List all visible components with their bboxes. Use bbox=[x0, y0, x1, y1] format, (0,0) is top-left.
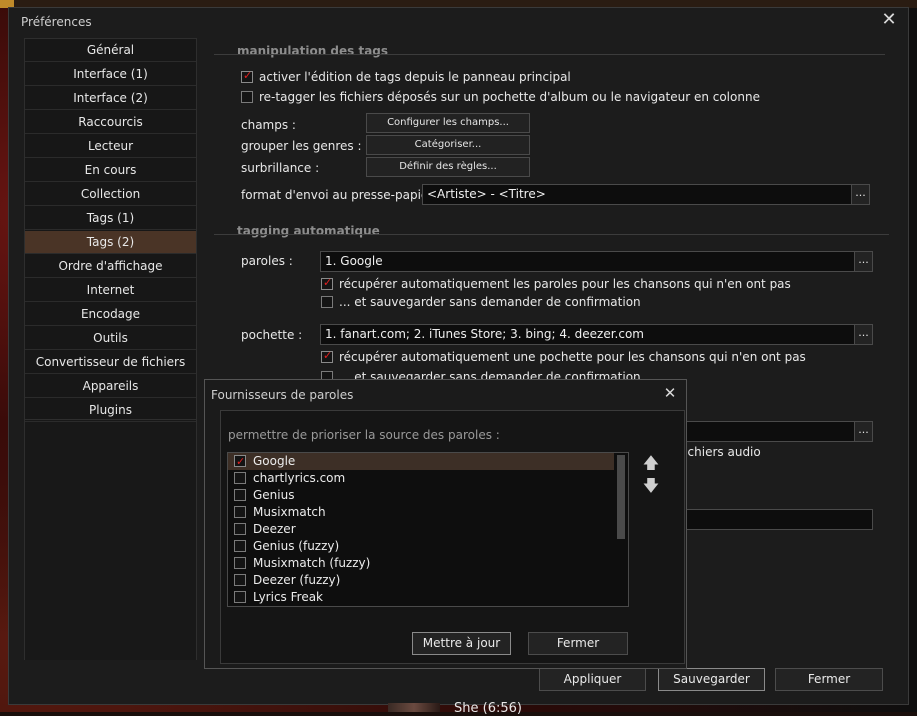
sidebar-item[interactable]: Plugins bbox=[25, 399, 196, 422]
clipboard-format-label: format d'envoi au presse-papier : bbox=[241, 188, 442, 202]
dialog-close-button[interactable]: Fermer bbox=[528, 632, 628, 655]
provider-label: Musixmatch bbox=[253, 505, 326, 519]
sidebar-item[interactable]: Général bbox=[25, 39, 196, 62]
provider-label: Google bbox=[253, 454, 296, 468]
provider-row[interactable]: Google bbox=[228, 453, 614, 470]
fields-label: champs : bbox=[241, 118, 296, 132]
retag-dropped-label: re-tagger les fichiers déposés sur un po… bbox=[259, 90, 760, 104]
sidebar-item[interactable]: Encodage bbox=[25, 303, 196, 326]
providers-list-scrollbar[interactable] bbox=[617, 455, 625, 539]
close-button[interactable]: Fermer bbox=[775, 668, 883, 691]
sidebar-item[interactable]: Raccourcis bbox=[25, 111, 196, 134]
provider-checkbox[interactable] bbox=[234, 557, 246, 569]
provider-checkbox[interactable] bbox=[234, 489, 246, 501]
section-divider bbox=[214, 54, 885, 55]
define-rules-button[interactable]: Définir des règles... bbox=[366, 157, 530, 177]
provider-label: Deezer (fuzzy) bbox=[253, 573, 341, 587]
enable-tag-editing-checkbox[interactable] bbox=[241, 69, 253, 83]
provider-checkbox[interactable] bbox=[234, 523, 246, 535]
sidebar-item[interactable]: Interface (1) bbox=[25, 63, 196, 86]
retag-dropped-checkbox[interactable] bbox=[241, 91, 253, 103]
window-title: Préférences bbox=[21, 15, 92, 29]
section-header-auto-tagging: tagging automatique bbox=[237, 224, 380, 238]
auto-fetch-lyrics-label: récupérer automatiquement les paroles po… bbox=[339, 277, 791, 291]
provider-label: Genius bbox=[253, 488, 295, 502]
update-button[interactable]: Mettre à jour bbox=[412, 632, 511, 655]
close-icon[interactable]: ✕ bbox=[874, 8, 904, 32]
save-lyrics-checkbox[interactable] bbox=[321, 296, 333, 308]
move-up-icon[interactable]: 🡅 bbox=[640, 453, 662, 473]
now-playing-text: She (6:56) bbox=[454, 701, 522, 716]
clipboard-format-value: <Artiste> - <Titre> bbox=[427, 187, 546, 201]
dialog-close-icon[interactable]: ✕ bbox=[655, 381, 685, 405]
provider-label: Deezer bbox=[253, 522, 296, 536]
sidebar-item[interactable]: En cours bbox=[25, 159, 196, 182]
auto-fetch-artwork-checkbox[interactable] bbox=[321, 349, 333, 363]
provider-row[interactable]: chartlyrics.com bbox=[228, 470, 614, 487]
provider-checkbox[interactable] bbox=[234, 574, 246, 586]
sidebar-item[interactable]: Tags (1) bbox=[25, 207, 196, 230]
now-playing-artwork bbox=[388, 703, 440, 712]
sidebar-item[interactable]: Lecteur bbox=[25, 135, 196, 158]
save-button[interactable]: Sauvegarder bbox=[658, 668, 765, 691]
enable-tag-editing-label: activer l'édition de tags depuis le pann… bbox=[259, 70, 571, 84]
sidebar-item[interactable]: Convertisseur de fichiers bbox=[25, 351, 196, 374]
provider-row[interactable]: Genius (fuzzy) bbox=[228, 538, 614, 555]
categorize-button[interactable]: Catégoriser... bbox=[366, 135, 530, 155]
highlight-label: surbrillance : bbox=[241, 161, 320, 175]
provider-label: chartlyrics.com bbox=[253, 471, 346, 485]
auto-fetch-artwork-label: récupérer automatiquement une pochette p… bbox=[339, 350, 806, 364]
provider-checkbox[interactable] bbox=[234, 591, 246, 603]
sidebar-empty-area bbox=[24, 420, 197, 660]
artwork-providers-value: 1. fanart.com; 2. iTunes Store; 3. bing;… bbox=[325, 327, 644, 341]
section-divider bbox=[214, 234, 889, 235]
save-lyrics-label: ... et sauvegarder sans demander de conf… bbox=[339, 295, 641, 309]
provider-row[interactable]: Lyrics Freak bbox=[228, 589, 614, 606]
move-down-icon[interactable]: 🡇 bbox=[640, 476, 662, 496]
dialog-hint: permettre de prioriser la source des par… bbox=[228, 428, 500, 442]
configure-fields-button[interactable]: Configurer les champs... bbox=[366, 113, 530, 133]
sidebar-item[interactable]: Tags (2) bbox=[25, 231, 196, 254]
sidebar-item[interactable]: Internet bbox=[25, 279, 196, 302]
artwork-providers-input[interactable]: 1. fanart.com; 2. iTunes Store; 3. bing;… bbox=[320, 324, 873, 345]
sidebar-item[interactable]: Collection bbox=[25, 183, 196, 206]
clipboard-format-more-button[interactable]: ... bbox=[851, 185, 869, 204]
provider-row[interactable]: Deezer (fuzzy) bbox=[228, 572, 614, 589]
apply-button[interactable]: Appliquer bbox=[539, 668, 646, 691]
lyrics-providers-more-button[interactable]: ... bbox=[854, 252, 872, 271]
section-header-tag-editing: manipulation des tags bbox=[237, 44, 389, 58]
provider-row[interactable]: Deezer bbox=[228, 521, 614, 538]
auto-fetch-lyrics-checkbox[interactable] bbox=[321, 276, 333, 290]
artwork-label: pochette : bbox=[241, 328, 303, 342]
clipboard-format-input[interactable]: <Artiste> - <Titre> ... bbox=[422, 184, 870, 205]
provider-checkbox[interactable] bbox=[234, 472, 246, 484]
provider-label: Genius (fuzzy) bbox=[253, 539, 340, 553]
lyrics-providers-value: 1. Google bbox=[325, 254, 383, 268]
lyrics-label: paroles : bbox=[241, 254, 293, 268]
lyrics-providers-input[interactable]: 1. Google ... bbox=[320, 251, 873, 272]
provider-row[interactable]: Musixmatch bbox=[228, 504, 614, 521]
sidebar-item[interactable]: Interface (2) bbox=[25, 87, 196, 110]
provider-row[interactable]: Musixmatch (fuzzy) bbox=[228, 555, 614, 572]
provider-label: Lyrics Freak bbox=[253, 590, 324, 604]
provider-checkbox[interactable] bbox=[234, 540, 246, 552]
provider-row[interactable]: Genius bbox=[228, 487, 614, 504]
group-genres-label: grouper les genres : bbox=[241, 139, 362, 153]
provider-checkbox[interactable] bbox=[234, 453, 246, 470]
hidden-setting-more-button[interactable]: ... bbox=[854, 422, 872, 441]
dialog-title: Fournisseurs de paroles bbox=[211, 388, 354, 402]
hidden-setting-label: fichiers audio bbox=[680, 445, 761, 459]
artwork-providers-more-button[interactable]: ... bbox=[854, 325, 872, 344]
sidebar-item[interactable]: Outils bbox=[25, 327, 196, 350]
provider-label: Musixmatch (fuzzy) bbox=[253, 556, 371, 570]
sidebar-item[interactable]: Appareils bbox=[25, 375, 196, 398]
provider-checkbox[interactable] bbox=[234, 506, 246, 518]
sidebar-item[interactable]: Ordre d'affichage bbox=[25, 255, 196, 278]
